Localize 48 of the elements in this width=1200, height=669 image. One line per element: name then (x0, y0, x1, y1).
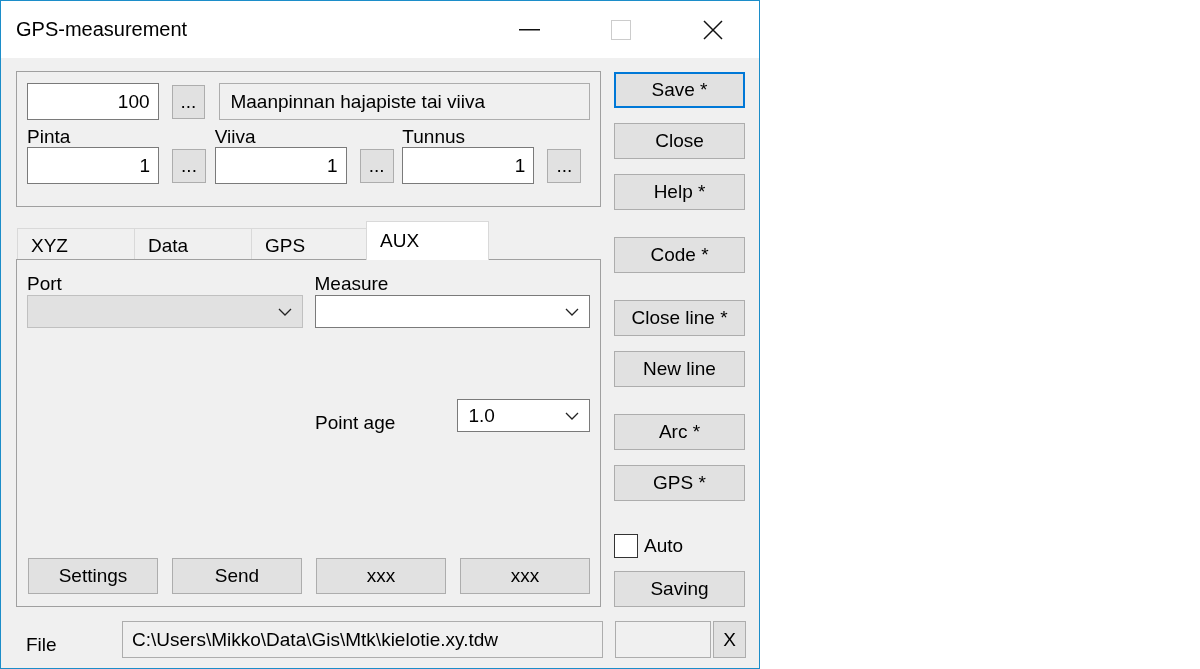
action-button[interactable]: Send (172, 558, 302, 594)
browse-button[interactable]: ... (171, 84, 206, 119)
number-field[interactable]: 1 (402, 147, 535, 184)
file-path-field[interactable]: C:\Users\Mikko\Data\Gis\Mtk\kielotie.xy.tdw (122, 621, 603, 658)
minimize-icon (518, 28, 540, 31)
side-button[interactable]: Arc * (614, 414, 745, 450)
tab[interactable]: XYZ (17, 228, 134, 259)
action-button[interactable]: xxx (460, 558, 590, 594)
field-label: Tunnus (402, 127, 466, 147)
browse-button[interactable]: ... (172, 148, 206, 183)
action-button[interactable]: Settings (28, 558, 158, 594)
field-label: Port (27, 273, 63, 295)
field-label: Point age (315, 412, 397, 434)
clear-button[interactable]: X (713, 621, 746, 658)
browse-button[interactable]: ... (547, 148, 582, 183)
description-field: Maanpinnan hajapiste tai viiva (219, 83, 590, 120)
side-button[interactable]: Save * (614, 72, 745, 108)
side-button[interactable]: New line (614, 351, 745, 387)
tab[interactable]: Data (134, 228, 251, 259)
checkbox-label: Auto (644, 535, 684, 557)
side-button[interactable]: Help * (614, 174, 745, 210)
chevron-down-icon (277, 307, 292, 316)
action-button[interactable]: xxx (316, 558, 446, 594)
file-label: File (25, 634, 58, 656)
checkbox[interactable] (614, 534, 638, 558)
close-icon (703, 19, 723, 40)
side-button[interactable]: Close line * (614, 300, 745, 336)
number-field[interactable]: 1 (27, 147, 159, 184)
side-button[interactable]: GPS * (614, 465, 745, 501)
dropdown[interactable]: 1.0 (457, 399, 590, 432)
field-label: Viiva (214, 127, 257, 147)
browse-button[interactable]: ... (359, 148, 394, 183)
chevron-down-icon (565, 307, 579, 316)
tab[interactable]: GPS (251, 228, 366, 259)
field-label: Measure (314, 273, 390, 295)
field-label: Pinta (27, 127, 72, 147)
code-field[interactable]: 100 (27, 83, 159, 120)
window-title: GPS-measurement (16, 18, 189, 41)
side-button[interactable]: Close (614, 123, 745, 159)
empty-field[interactable] (615, 621, 711, 658)
tab[interactable]: AUX (366, 221, 489, 260)
chevron-down-icon (565, 411, 579, 420)
dropdown[interactable] (314, 295, 590, 328)
number-field[interactable]: 1 (214, 147, 347, 184)
dropdown-value: 1.0 (468, 404, 495, 427)
maximize-icon (611, 19, 631, 40)
saving-button[interactable]: Saving (614, 571, 745, 607)
side-button[interactable]: Code * (614, 237, 745, 273)
